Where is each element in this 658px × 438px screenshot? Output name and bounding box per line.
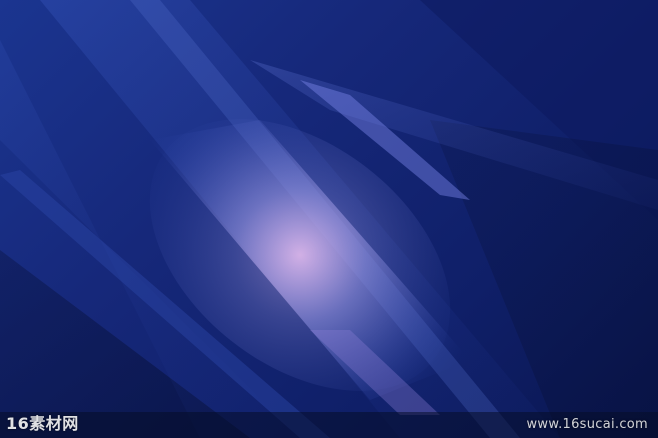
abstract-blue-background: 16素材网 www.16sucai.com [0, 0, 658, 438]
diagonal-light-streaks [0, 0, 658, 438]
watermark-logo-text: 16素材网 [6, 414, 79, 433]
watermark-url-text: www.16sucai.com [526, 417, 648, 432]
